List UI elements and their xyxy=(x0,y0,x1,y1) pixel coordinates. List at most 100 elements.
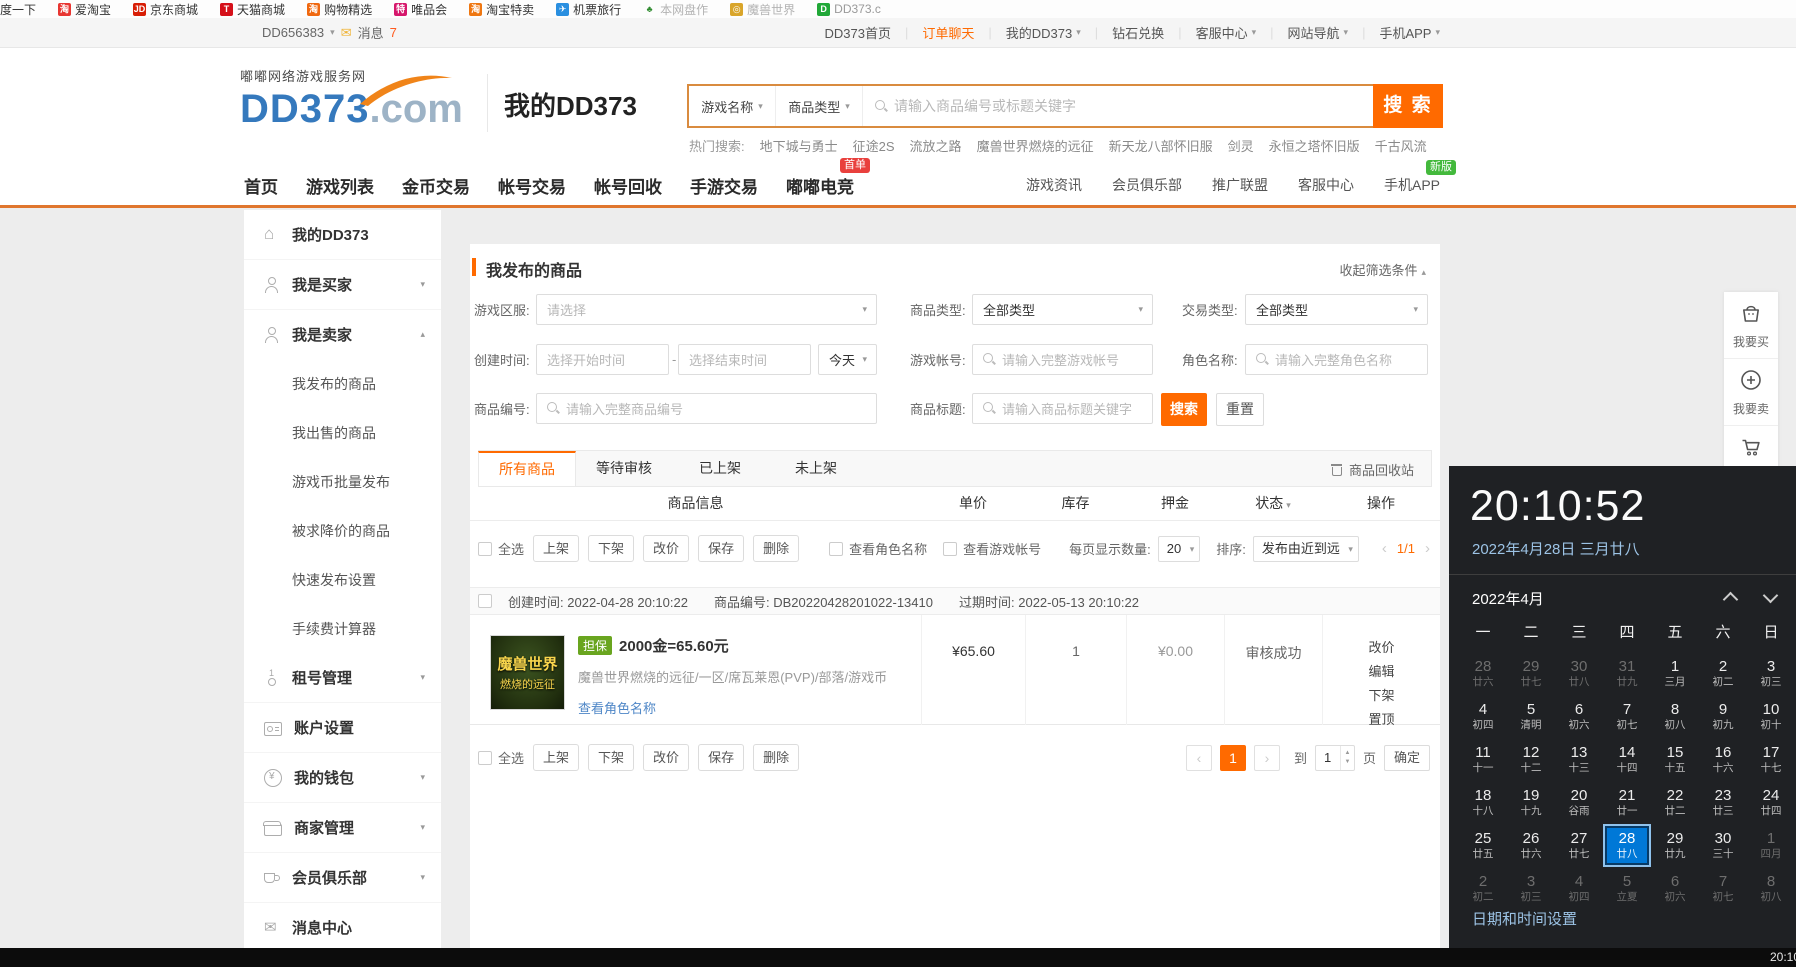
bulk-action-button[interactable]: 上架 xyxy=(533,744,579,771)
sidebar-item[interactable]: 游戏币批量发布 xyxy=(244,457,441,506)
calendar-day-cell[interactable]: 22 廿二 xyxy=(1651,781,1699,824)
calendar-day-cell[interactable]: 24 廿四 xyxy=(1747,781,1795,824)
product-action-link[interactable]: 置顶 xyxy=(1368,709,1394,728)
calendar-day-cell[interactable]: 30 三十 xyxy=(1699,824,1747,867)
product-action-link[interactable]: 编辑 xyxy=(1368,661,1394,680)
user-bar-link[interactable]: 网站导航 ▾ xyxy=(1256,23,1348,42)
bulk-action-button[interactable]: 下架 xyxy=(588,535,634,562)
product-tab[interactable]: 等待审核 xyxy=(576,451,672,486)
calendar-day-cell[interactable]: 1 四月 xyxy=(1747,824,1795,867)
calendar-day-cell[interactable]: 1 三月 xyxy=(1651,652,1699,695)
sidebar-item[interactable]: 我是卖家 xyxy=(244,309,441,359)
calendar-day-cell[interactable]: 16 十六 xyxy=(1699,738,1747,781)
calendar-day-cell[interactable]: 30 廿八 xyxy=(1555,652,1603,695)
taskbar-clock[interactable]: 20:10 xyxy=(1770,950,1796,964)
sidebar-item[interactable]: 被求降价的商品 xyxy=(244,506,441,555)
nav-item[interactable]: 帐号交易 xyxy=(498,173,566,198)
sort-select[interactable]: 发布由近到远 xyxy=(1253,536,1359,562)
calendar-day-cell[interactable]: 5 清明 xyxy=(1507,695,1555,738)
calendar-day-cell[interactable]: 10 初十 xyxy=(1747,695,1795,738)
sidebar-item[interactable]: 我发布的商品 xyxy=(244,359,441,408)
calendar-day-cell[interactable]: 2 初二 xyxy=(1699,652,1747,695)
sidebar-item[interactable]: 消息中心 xyxy=(244,902,441,948)
search-input[interactable]: 请输入商品编号或标题关键字 xyxy=(863,96,1373,116)
clock-date[interactable]: 2022年4月28日 三月廿八 xyxy=(1472,538,1640,559)
bulk-action-button[interactable]: 保存 xyxy=(698,535,744,562)
user-bar-link[interactable]: 订单聊天 xyxy=(891,23,974,42)
cart-button[interactable] xyxy=(1724,425,1778,472)
nav-secondary-item[interactable]: 游戏资讯 xyxy=(1026,175,1082,195)
nav-item[interactable]: 手游交易 xyxy=(690,173,758,198)
nav-item[interactable]: 帐号回收 xyxy=(594,173,662,198)
next-page-button[interactable]: › xyxy=(1254,745,1280,771)
nav-item[interactable]: 金币交易 xyxy=(402,173,470,198)
sidebar-item[interactable]: 租号管理 xyxy=(244,653,441,702)
calendar-day-cell[interactable]: 13 十三 xyxy=(1555,738,1603,781)
sidebar-item[interactable]: 快速发布设置 xyxy=(244,555,441,604)
quick-date-select[interactable]: 今天 xyxy=(818,344,877,375)
bookmark-item[interactable]: 淘 淘宝特卖 xyxy=(469,1,534,18)
user-bar-link[interactable]: DD373首页 xyxy=(825,23,891,42)
view-role-name-link[interactable]: 查看角色名称 xyxy=(578,698,887,717)
nav-secondary-item[interactable]: 推广联盟 xyxy=(1212,175,1268,195)
calendar-day-cell[interactable]: 23 廿三 xyxy=(1699,781,1747,824)
product-tab[interactable]: 已上架 xyxy=(672,451,768,486)
bulk-action-button[interactable]: 删除 xyxy=(753,744,799,771)
hot-keyword-link[interactable]: 地下城与勇士 xyxy=(760,136,838,155)
product-thumbnail[interactable]: 魔兽世界 燃烧的远征 xyxy=(490,635,565,710)
calendar-day-cell[interactable]: 29 廿九 xyxy=(1651,824,1699,867)
view-account-checkbox[interactable] xyxy=(943,542,957,556)
filter-search-button[interactable]: 搜索 xyxy=(1161,393,1207,426)
bulk-action-button[interactable]: 保存 xyxy=(698,744,744,771)
next-page-arrow[interactable]: › xyxy=(1425,540,1430,557)
hot-keyword-link[interactable]: 魔兽世界燃烧的远征 xyxy=(977,136,1094,155)
calendar-day-cell[interactable]: 5 立夏 xyxy=(1603,867,1651,910)
calendar-day-cell[interactable]: 18 十八 xyxy=(1459,781,1507,824)
calendar-day-cell[interactable]: 4 初四 xyxy=(1459,695,1507,738)
sidebar-item[interactable]: 手续费计算器 xyxy=(244,604,441,653)
prev-page-button[interactable]: ‹ xyxy=(1186,745,1212,771)
calendar-day-cell[interactable]: 21 廿一 xyxy=(1603,781,1651,824)
want-sell-button[interactable]: 我要卖 xyxy=(1724,358,1778,425)
trade-type-select[interactable]: 全部类型 xyxy=(1245,294,1428,325)
calendar-day-cell[interactable]: 28 廿六 xyxy=(1459,652,1507,695)
calendar-day-cell[interactable]: 28 廿八 xyxy=(1603,824,1651,867)
row-checkbox[interactable] xyxy=(478,594,492,608)
nav-item[interactable]: 嘟嘟电竞 首单 xyxy=(786,173,854,198)
hot-keyword-link[interactable]: 千古风流 xyxy=(1375,136,1427,155)
end-time-input[interactable]: 选择结束时间 xyxy=(678,344,811,375)
bulk-action-button[interactable]: 改价 xyxy=(643,744,689,771)
bookmark-item[interactable]: 度一下 xyxy=(0,1,36,18)
calendar-day-cell[interactable]: 9 初九 xyxy=(1699,695,1747,738)
hot-keyword-link[interactable]: 流放之路 xyxy=(910,136,962,155)
product-action-link[interactable]: 下架 xyxy=(1368,685,1394,704)
prev-page-arrow[interactable]: ‹ xyxy=(1382,540,1387,557)
bookmark-item[interactable]: 特 唯品会 xyxy=(394,1,447,18)
nav-secondary-item[interactable]: 手机APP 新版 xyxy=(1384,175,1440,195)
calendar-day-cell[interactable]: 25 廿五 xyxy=(1459,824,1507,867)
calendar-day-cell[interactable]: 3 初三 xyxy=(1747,652,1795,695)
page-spinner[interactable]: ▲▼ xyxy=(1340,746,1354,770)
messages-link[interactable]: 消息 xyxy=(358,23,384,42)
nav-item[interactable]: 首页 xyxy=(244,173,278,198)
calendar-day-cell[interactable]: 6 初六 xyxy=(1651,867,1699,910)
bulk-action-button[interactable]: 上架 xyxy=(533,535,579,562)
recycle-bin-link[interactable]: 商品回收站 xyxy=(1331,460,1414,479)
user-bar-link[interactable]: 手机APP ▾ xyxy=(1348,23,1440,42)
nav-secondary-item[interactable]: 客服中心 xyxy=(1298,175,1354,195)
current-page-button[interactable]: 1 xyxy=(1220,745,1246,771)
hot-keyword-link[interactable]: 征途2S xyxy=(853,136,895,155)
sidebar-item[interactable]: 商家管理 xyxy=(244,802,441,852)
calendar-day-cell[interactable]: 19 十九 xyxy=(1507,781,1555,824)
hot-keyword-link[interactable]: 永恒之塔怀旧版 xyxy=(1269,136,1360,155)
bookmark-item[interactable]: ✈ 机票旅行 xyxy=(556,1,621,18)
calendar-day-cell[interactable]: 12 十二 xyxy=(1507,738,1555,781)
sidebar-item[interactable]: 我的DD373 xyxy=(244,210,441,259)
select-all-checkbox[interactable] xyxy=(478,542,492,556)
view-role-checkbox[interactable] xyxy=(829,542,843,556)
confirm-page-button[interactable]: 确定 xyxy=(1384,745,1430,771)
calendar-day-cell[interactable]: 8 初八 xyxy=(1651,695,1699,738)
bookmark-item[interactable]: JD 京东商城 xyxy=(133,1,198,18)
calendar-day-cell[interactable]: 31 廿九 xyxy=(1603,652,1651,695)
sidebar-item[interactable]: 我是买家 xyxy=(244,259,441,309)
